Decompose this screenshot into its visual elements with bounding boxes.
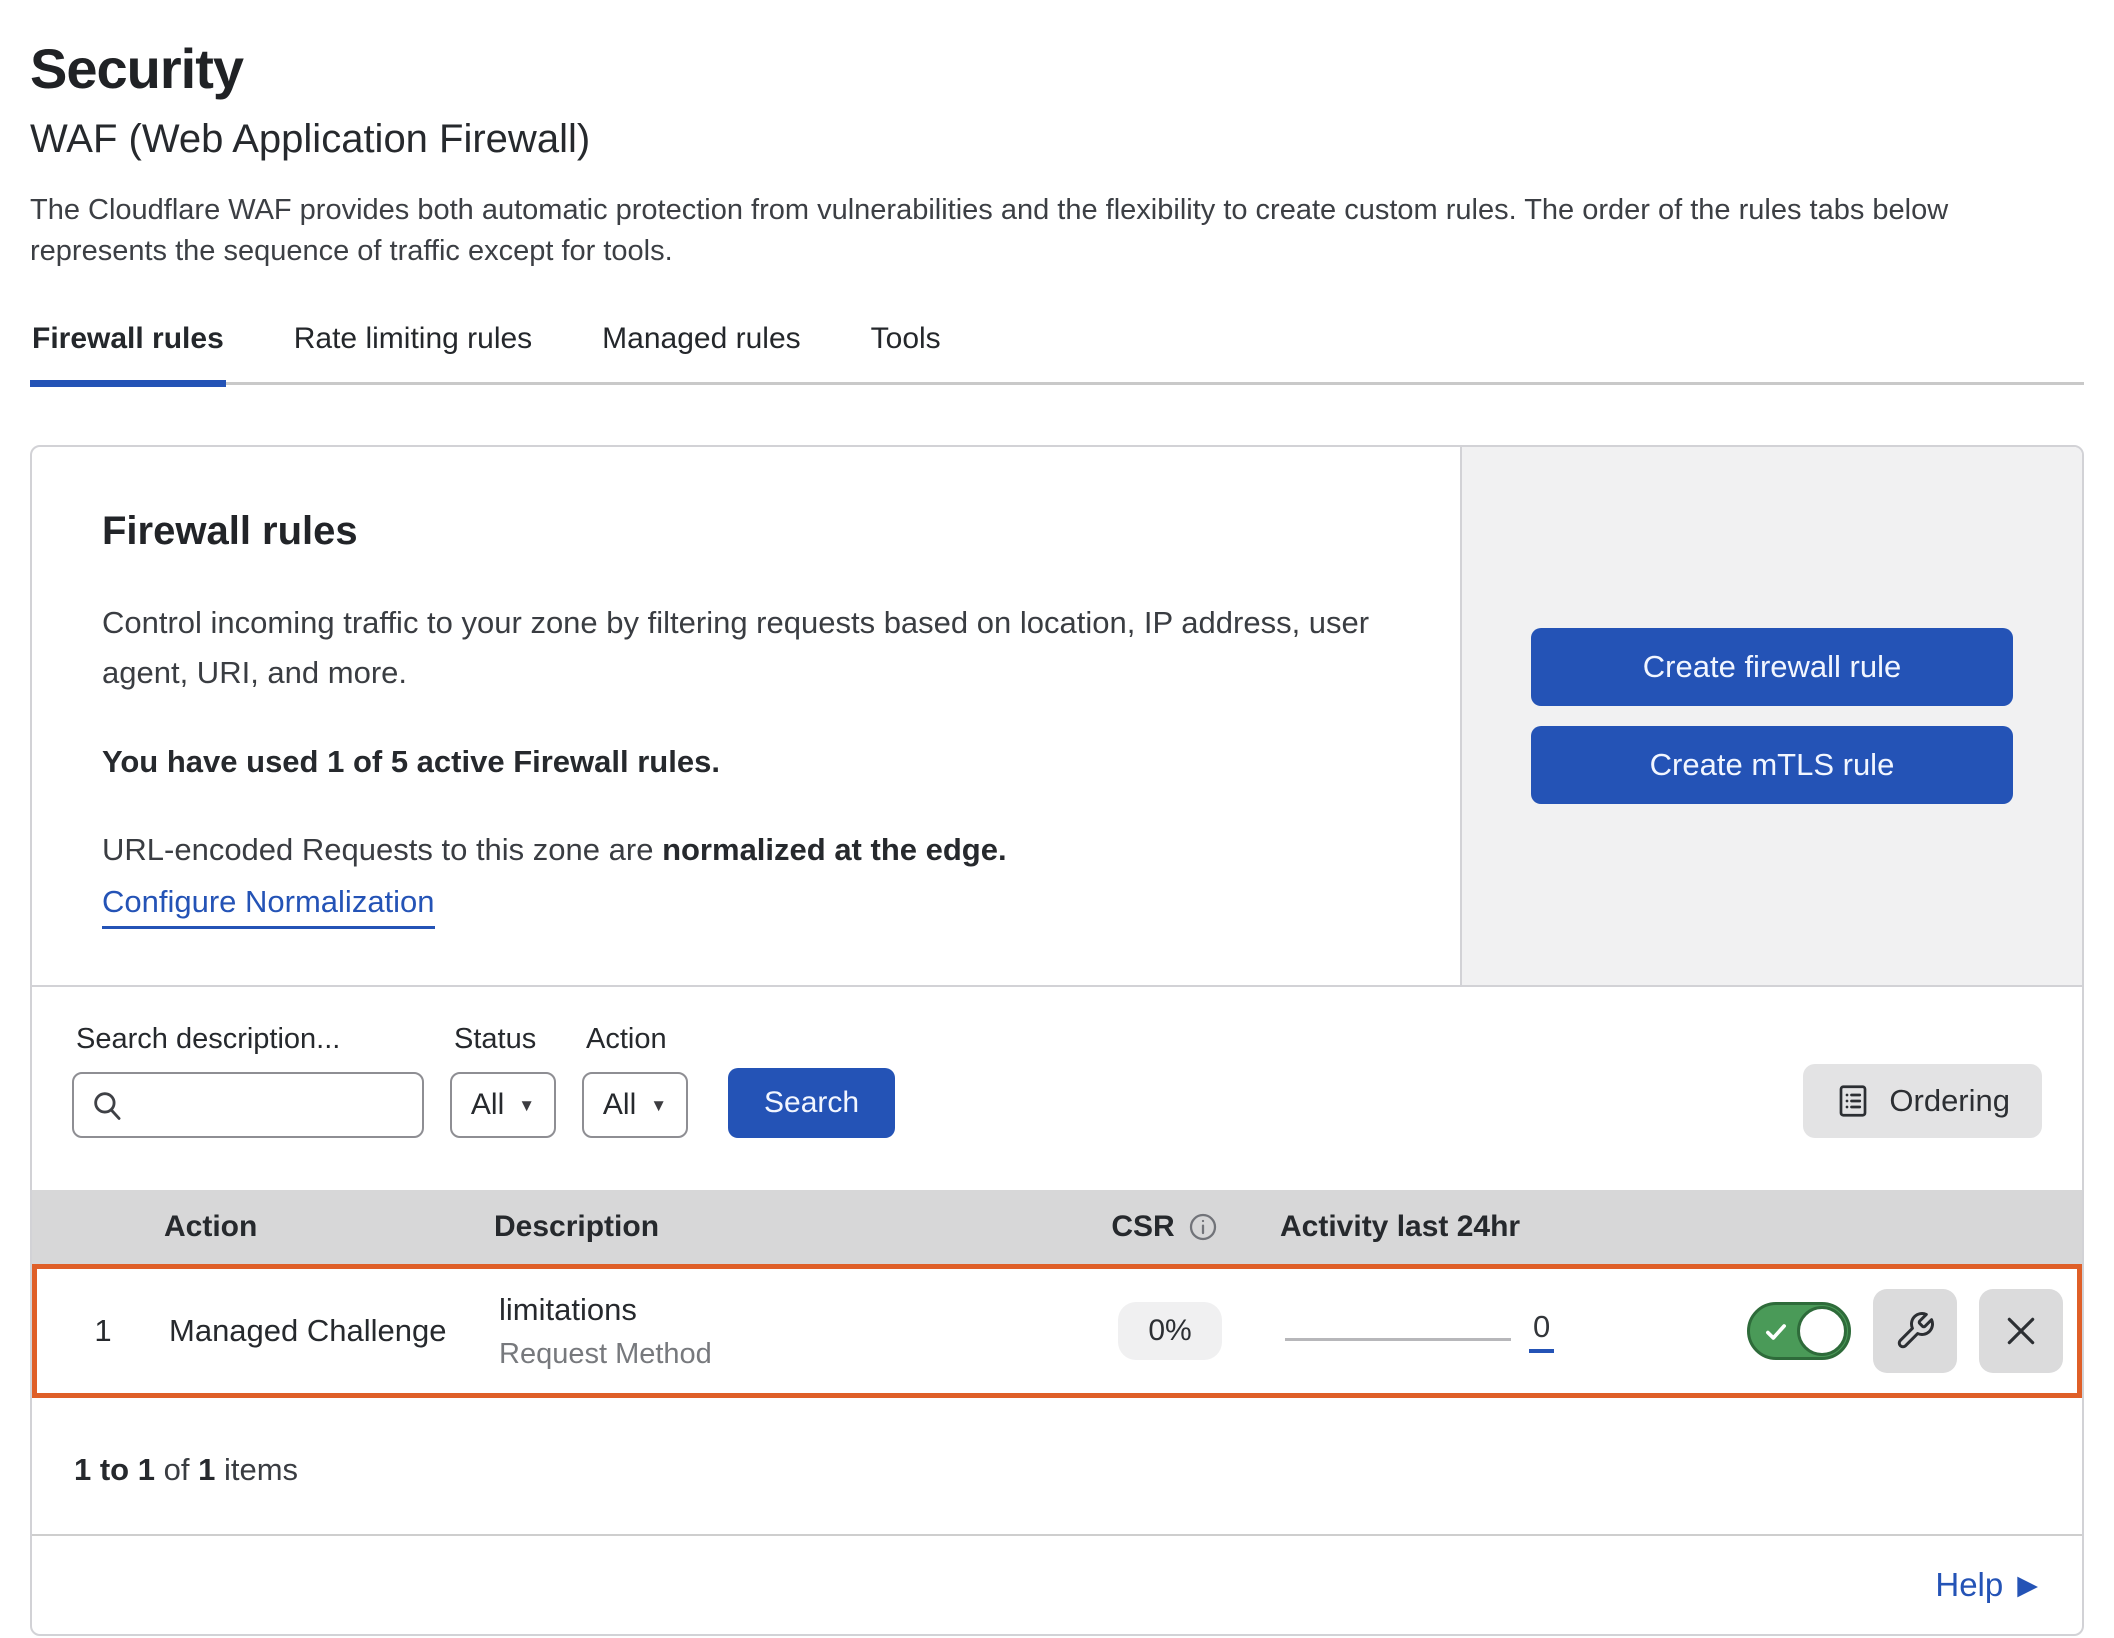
rule-csr-cell: 0% bbox=[1055, 1302, 1285, 1360]
help-arrow-icon: ▶ bbox=[2017, 1572, 2038, 1599]
status-filter-label: Status bbox=[454, 1023, 552, 1056]
normalization-note: URL-encoded Requests to this zone are no… bbox=[102, 832, 1390, 868]
pagination-of: of bbox=[164, 1452, 190, 1487]
status-filter-group: Status All ▼ bbox=[450, 1023, 556, 1138]
header-csr: CSR bbox=[1050, 1210, 1280, 1244]
search-description-group: Search description... bbox=[72, 1023, 424, 1138]
overview-description: Control incoming traffic to your zone by… bbox=[102, 598, 1390, 698]
toggle-knob bbox=[1797, 1306, 1847, 1356]
rule-enabled-toggle[interactable] bbox=[1747, 1302, 1851, 1360]
activity-sparkline bbox=[1285, 1338, 1511, 1341]
ordering-list-icon bbox=[1835, 1083, 1871, 1119]
firewall-rules-overview: Firewall rules Control incoming traffic … bbox=[32, 447, 2082, 987]
rules-tab-bar: Firewall rules Rate limiting rules Manag… bbox=[30, 304, 2084, 385]
page-description: The Cloudflare WAF provides both automat… bbox=[30, 190, 2070, 272]
action-filter-group: Action All ▼ bbox=[582, 1023, 688, 1138]
configure-normalization-link[interactable]: Configure Normalization bbox=[102, 884, 435, 929]
create-mtls-rule-button[interactable]: Create mTLS rule bbox=[1531, 726, 2013, 804]
tab-rate-limiting-rules[interactable]: Rate limiting rules bbox=[292, 304, 534, 387]
search-description-label: Search description... bbox=[76, 1023, 420, 1056]
overview-actions-panel: Create firewall rule Create mTLS rule bbox=[1460, 447, 2082, 985]
filter-bar: Search description... Status All ▼ bbox=[32, 987, 2082, 1190]
pagination-summary: 1 to 1 of 1 items bbox=[32, 1398, 2082, 1534]
header-action: Action bbox=[164, 1210, 494, 1244]
table-row-rule-1[interactable]: 1 Managed Challenge limitations Request … bbox=[32, 1264, 2082, 1398]
delete-rule-button[interactable] bbox=[1979, 1289, 2063, 1373]
activity-count-link[interactable]: 0 bbox=[1529, 1309, 1554, 1353]
header-activity: Activity last 24hr bbox=[1280, 1210, 1742, 1244]
create-firewall-rule-button[interactable]: Create firewall rule bbox=[1531, 628, 2013, 706]
normalization-text: URL-encoded Requests to this zone are bbox=[102, 832, 653, 867]
action-filter-label: Action bbox=[586, 1023, 684, 1056]
tab-managed-rules[interactable]: Managed rules bbox=[600, 304, 802, 387]
search-button[interactable]: Search bbox=[728, 1068, 895, 1138]
help-link-label: Help bbox=[1935, 1566, 2003, 1604]
tab-tools[interactable]: Tools bbox=[869, 304, 943, 387]
rule-priority: 1 bbox=[37, 1313, 169, 1349]
firewall-rules-card: Firewall rules Control incoming traffic … bbox=[30, 445, 2084, 1636]
search-icon bbox=[90, 1088, 124, 1122]
rule-description: limitations bbox=[499, 1292, 1055, 1328]
pagination-total: 1 bbox=[198, 1452, 215, 1487]
chevron-down-icon: ▼ bbox=[650, 1097, 667, 1114]
rule-activity-cell: 0 bbox=[1285, 1309, 1747, 1353]
csr-badge: 0% bbox=[1118, 1302, 1221, 1360]
wrench-icon bbox=[1894, 1310, 1936, 1352]
header-description: Description bbox=[494, 1210, 1050, 1244]
rule-description-cell: limitations Request Method bbox=[499, 1292, 1055, 1371]
chevron-down-icon: ▼ bbox=[518, 1097, 535, 1114]
usage-summary: You have used 1 of 5 active Firewall rul… bbox=[102, 744, 1390, 780]
normalization-bold: normalized at the edge. bbox=[662, 832, 1007, 867]
pagination-items: items bbox=[224, 1452, 298, 1487]
page-subtitle: WAF (Web Application Firewall) bbox=[30, 117, 2084, 162]
rules-table-header: Action Description CSR Activity last 24h… bbox=[32, 1190, 2082, 1264]
check-icon bbox=[1763, 1319, 1789, 1345]
ordering-button-label: Ordering bbox=[1889, 1083, 2010, 1119]
waf-page: Security WAF (Web Application Firewall) … bbox=[0, 0, 2114, 1638]
edit-rule-button[interactable] bbox=[1873, 1289, 1957, 1373]
close-icon bbox=[2001, 1311, 2041, 1351]
rule-description-sub: Request Method bbox=[499, 1338, 1055, 1371]
action-filter-value: All bbox=[603, 1088, 636, 1122]
ordering-button[interactable]: Ordering bbox=[1803, 1064, 2042, 1138]
page-title: Security bbox=[30, 36, 2084, 101]
rule-action: Managed Challenge bbox=[169, 1313, 499, 1349]
search-input[interactable] bbox=[134, 1088, 406, 1123]
overview-heading: Firewall rules bbox=[102, 509, 1390, 554]
overview-text-panel: Firewall rules Control incoming traffic … bbox=[32, 447, 1460, 985]
rule-controls bbox=[1747, 1289, 2084, 1373]
tab-firewall-rules[interactable]: Firewall rules bbox=[30, 304, 226, 387]
status-filter-select[interactable]: All ▼ bbox=[450, 1072, 556, 1138]
help-row: Help ▶ bbox=[32, 1534, 2082, 1634]
status-filter-value: All bbox=[471, 1088, 504, 1122]
pagination-range: 1 to 1 bbox=[74, 1452, 155, 1487]
info-icon[interactable] bbox=[1187, 1211, 1219, 1243]
search-input-box[interactable] bbox=[72, 1072, 424, 1138]
action-filter-select[interactable]: All ▼ bbox=[582, 1072, 688, 1138]
header-csr-label: CSR bbox=[1111, 1210, 1174, 1244]
help-link[interactable]: Help ▶ bbox=[1935, 1566, 2038, 1604]
